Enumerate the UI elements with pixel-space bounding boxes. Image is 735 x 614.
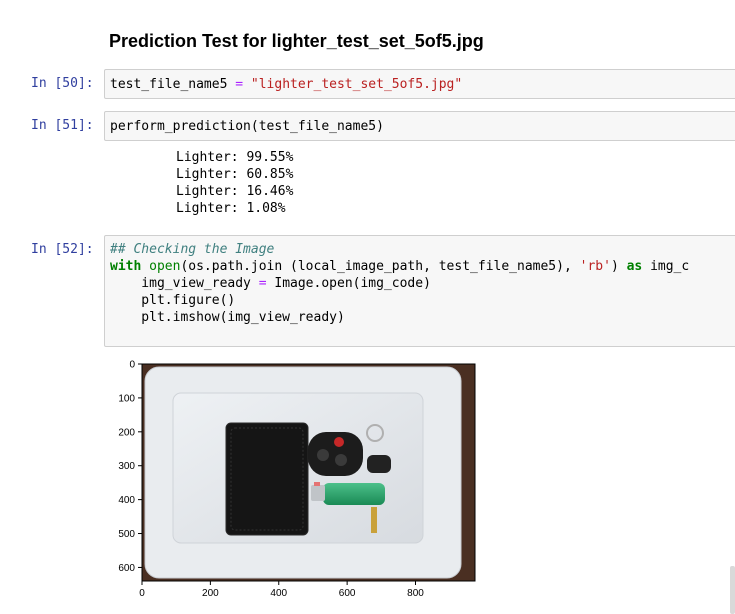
- imshow-plot: 0 100 200 300 400 500 600 0 200 400 600 800: [105, 355, 485, 605]
- code-text: ): [610, 259, 627, 274]
- brass-key: [371, 507, 377, 533]
- x-tick-label: 0: [139, 588, 145, 599]
- code-builtin: open: [149, 259, 181, 274]
- page-scrollbar[interactable]: [730, 566, 735, 614]
- output-line: Lighter: 1.08%: [176, 201, 286, 216]
- code-line: ## Checking the Image: [110, 241, 274, 258]
- code-line: plt.imshow(img_view_ready): [110, 310, 345, 325]
- y-tick-label: 400: [118, 495, 135, 506]
- code-line: plt.figure(): [110, 293, 236, 308]
- code-string: "lighter_test_set_5of5.jpg": [243, 77, 463, 92]
- y-tick-label: 0: [129, 360, 135, 371]
- code-line: test_file_name5 = "lighter_test_set_5of5…: [110, 76, 462, 93]
- code-variable: test_file_name5: [110, 77, 236, 92]
- code-comment: ## Checking the Image: [110, 242, 275, 257]
- code-text: img_c: [642, 259, 690, 274]
- y-tick-label: 100: [118, 393, 135, 404]
- code-text: img_view_ready: [110, 276, 259, 291]
- code-line: img_view_ready = Image.open(img_code): [110, 275, 431, 292]
- page-title: Prediction Test for lighter_test_set_5of…: [109, 31, 484, 51]
- code-operator: =: [258, 276, 267, 291]
- cell-prompt-51: In [51]:: [31, 118, 94, 133]
- code-paren: (: [250, 119, 259, 134]
- lighter: [323, 483, 385, 505]
- output-line: Lighter: 60.85%: [176, 167, 294, 182]
- x-tick-label: 200: [202, 588, 219, 599]
- code-keyword: as: [626, 259, 643, 274]
- code-argument: test_file_name5: [258, 119, 377, 134]
- code-cell-52[interactable]: ## Checking the Image with open(os.path.…: [104, 235, 735, 347]
- code-line: perform_prediction(test_file_name5): [110, 118, 384, 135]
- car-key: [367, 455, 391, 473]
- x-tick-label: 400: [270, 588, 287, 599]
- horizontal-scrollbar[interactable]: [107, 335, 735, 343]
- wallet: [225, 422, 309, 536]
- code-cell-50[interactable]: test_file_name5 = "lighter_test_set_5of5…: [104, 69, 735, 99]
- y-tick-label: 200: [118, 427, 135, 438]
- code-text: Image.open(img_code): [266, 276, 431, 291]
- cell-prompt-52: In [52]:: [31, 242, 94, 257]
- cell-output-51: Lighter: 99.55% Lighter: 60.85% Lighter: 1…: [176, 149, 293, 217]
- y-tick-label: 500: [118, 529, 135, 540]
- y-tick-label: 300: [118, 461, 135, 472]
- output-line: Lighter: 16.46%: [176, 184, 294, 199]
- code-line: with open(os.path.join (local_image_path…: [110, 258, 689, 275]
- code-cell-51[interactable]: perform_prediction(test_file_name5): [104, 111, 735, 141]
- plot-svg: 0 100 200 300 400 500 600 0 200 400 600 800: [118, 360, 476, 599]
- code-keyword: with: [110, 259, 142, 274]
- x-tick-label: 800: [407, 588, 424, 599]
- output-line: Lighter: 99.55%: [176, 150, 294, 165]
- code-string: 'rb': [579, 259, 611, 274]
- code-text: (os.path.join (local_image_path, test_fi…: [180, 259, 580, 274]
- code-function: perform_prediction: [110, 119, 251, 134]
- code-paren: ): [376, 119, 384, 134]
- code-operator: =: [235, 77, 244, 92]
- cell-prompt-50: In [50]:: [31, 76, 94, 91]
- y-tick-label: 600: [118, 563, 135, 574]
- x-tick-label: 600: [339, 588, 356, 599]
